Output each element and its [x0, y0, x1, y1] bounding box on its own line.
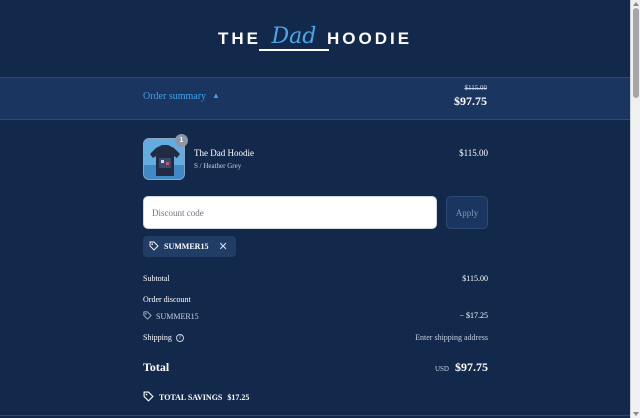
- page-scrollbar[interactable]: [630, 0, 640, 418]
- discount-code-label: SUMMER15: [156, 312, 199, 321]
- tag-icon: [149, 241, 159, 253]
- total-savings-value: $17.25: [227, 393, 250, 402]
- subtotal-label: Subtotal: [143, 274, 170, 283]
- original-total: $115.00: [464, 84, 488, 92]
- quantity-badge: 1: [175, 134, 188, 147]
- subtotal-value: $115.00: [462, 274, 488, 283]
- line-item: 1 The Dad Hoodie S / Heather Grey $115.0…: [143, 134, 488, 180]
- order-summary-toggle[interactable]: Order summary ▲: [143, 91, 220, 102]
- header: THE Dad HOODIE: [0, 0, 630, 77]
- divider: [0, 415, 630, 416]
- close-icon[interactable]: ✕: [218, 240, 227, 253]
- brand-logo[interactable]: THE Dad HOODIE: [218, 24, 412, 54]
- summary-total: $97.75: [454, 94, 487, 108]
- logo-word-right: HOODIE: [326, 28, 413, 48]
- summary-prices: $115.00 $97.75: [454, 84, 487, 109]
- logo-word-left: THE: [217, 28, 261, 48]
- order-summary-label: Order summary: [143, 91, 207, 102]
- shipping-label: Shipping: [143, 333, 172, 342]
- scroll-up-icon[interactable]: [633, 2, 639, 6]
- discount-code-input[interactable]: [143, 196, 437, 229]
- subtotal-row: Subtotal $115.00: [143, 274, 488, 283]
- applied-code-label: SUMMER15: [164, 242, 209, 251]
- order-discount-row: Order discount: [143, 295, 488, 304]
- discount-amount: − $17.25: [459, 311, 488, 320]
- total-label: Total: [143, 360, 170, 374]
- chevron-up-icon: ▲: [212, 91, 220, 100]
- tag-icon: [143, 311, 152, 322]
- discount-code-row: SUMMER15 − $17.25: [143, 311, 488, 322]
- total-amount: USD $97.75: [435, 360, 488, 375]
- product-name: The Dad Hoodie: [194, 148, 254, 158]
- product-variant: S / Heather Grey: [194, 162, 242, 170]
- tag-icon: [143, 391, 154, 404]
- apply-discount-button[interactable]: Apply: [446, 196, 488, 229]
- order-summary-bar: Order summary ▲ $115.00 $97.75: [0, 77, 630, 120]
- product-price: $115.00: [459, 148, 488, 158]
- total-savings-label: TOTAL SAVINGS: [159, 393, 223, 402]
- info-icon[interactable]: ?: [175, 333, 184, 342]
- shipping-row: Shipping ? Enter shipping address: [143, 333, 488, 342]
- scroll-down-icon[interactable]: [633, 412, 639, 416]
- total-savings-row: TOTAL SAVINGS $17.25: [143, 391, 488, 404]
- logo-script: Dad: [258, 24, 329, 54]
- total-value: $97.75: [455, 360, 488, 374]
- applied-discount-tag: SUMMER15 ✕: [143, 236, 236, 257]
- shipping-value: Enter shipping address: [415, 333, 488, 342]
- currency-code: USD: [434, 365, 449, 373]
- total-row: Total USD $97.75: [143, 360, 488, 375]
- order-discount-label: Order discount: [143, 295, 191, 304]
- scroll-thumb[interactable]: [633, 8, 639, 98]
